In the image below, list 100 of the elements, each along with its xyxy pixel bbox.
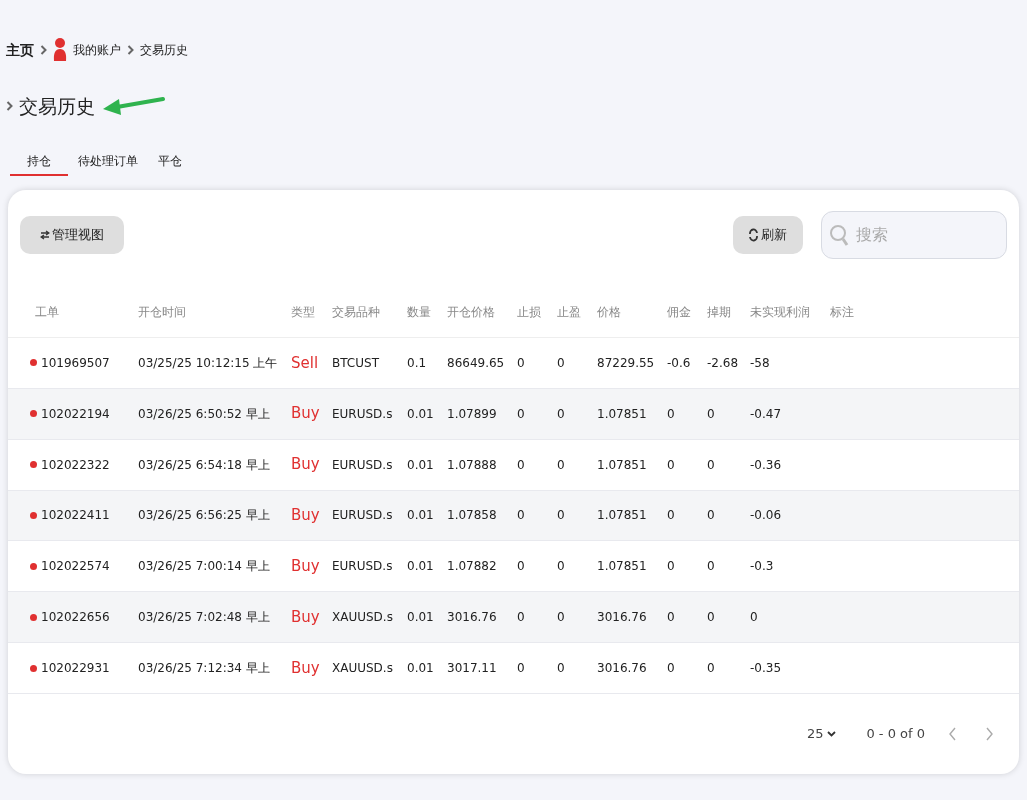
swap-icon xyxy=(40,229,50,240)
table-cell-text: 0 xyxy=(667,405,675,423)
table-cell-text: 0 xyxy=(517,558,525,576)
table-cell-text: 0 xyxy=(707,456,715,474)
breadcrumb-link[interactable]: 我的账户 xyxy=(73,41,121,59)
table-cell-text: 1.07899 xyxy=(447,405,497,423)
table-cell-text: -0.3 xyxy=(750,558,774,576)
table-cell-text: -0.06 xyxy=(750,507,782,525)
table-cell-text: 0 xyxy=(707,660,715,678)
table-cell-text: 0 xyxy=(557,609,565,627)
tab[interactable]: 平仓 xyxy=(148,152,192,176)
table-cell-text: 0 xyxy=(517,507,525,525)
table-cell-text: 0 xyxy=(557,456,565,474)
column-header: 佣金 xyxy=(667,305,691,320)
table-cell-text: 03/26/25 6:56:25 早上 xyxy=(138,507,270,525)
column-header: 工单 xyxy=(35,305,59,320)
table-cell-text: 0 xyxy=(517,354,525,372)
table-cell-text: 0 xyxy=(557,405,565,423)
table-cell-text: 0 xyxy=(707,609,715,627)
page-size-select[interactable]: 25 xyxy=(806,724,837,744)
column-header: 标注 xyxy=(830,305,854,320)
table-cell-text: 3017.11 xyxy=(447,660,497,678)
table-cell-text: 0 xyxy=(557,558,565,576)
column-header: 开仓价格 xyxy=(447,305,495,320)
column-header: 止损 xyxy=(517,305,541,320)
column-header: 类型 xyxy=(291,305,315,320)
table-cell-text: 102022656 xyxy=(41,609,110,627)
table-cell-text: EURUSD.s xyxy=(332,558,393,576)
table-cell-text: 102022411 xyxy=(41,507,110,525)
breadcrumb-link[interactable]: 交易历史 xyxy=(140,41,188,59)
tab[interactable]: 持仓 xyxy=(10,152,68,176)
table-cell-text: 0 xyxy=(667,609,675,627)
table-cell-text: 3016.76 xyxy=(597,609,647,627)
chevron-left-icon xyxy=(949,727,957,742)
table-cell-text: 1.07851 xyxy=(597,507,647,525)
pagination-range: 0 - 0 of 0 xyxy=(866,725,925,744)
table-cell-text: 0 xyxy=(517,456,525,474)
table-cell-text: 03/26/25 7:12:34 早上 xyxy=(138,660,270,678)
table-cell-text: 86649.65 xyxy=(447,354,505,372)
table-cell-text: Buy xyxy=(291,454,320,476)
table-cell-text: EURUSD.s xyxy=(332,405,393,423)
table-cell-text: 102022931 xyxy=(41,660,110,678)
table-cell-text: 102022574 xyxy=(41,558,110,576)
table-cell-text: 03/26/25 6:54:18 早上 xyxy=(138,456,270,474)
table-cell-text: 0.01 xyxy=(407,507,434,525)
manage-view-button[interactable]: 管理视图 xyxy=(20,215,124,254)
table-cell-text: 03/26/25 7:00:14 早上 xyxy=(138,558,270,576)
table-cell-text: 0 xyxy=(667,660,675,678)
table-cell-text: 1.07882 xyxy=(447,558,497,576)
table-cell-text: BTCUST xyxy=(332,354,379,372)
caret-icon xyxy=(827,731,837,738)
table-cell-text: 0 xyxy=(667,507,675,525)
column-header: 数量 xyxy=(407,305,431,320)
column-header: 交易品种 xyxy=(332,305,380,320)
column-header: 掉期 xyxy=(707,305,731,320)
table-cell-text: 0 xyxy=(707,507,715,525)
column-header: 开仓时间 xyxy=(138,305,186,320)
refresh-button[interactable]: 刷新 xyxy=(733,215,803,254)
table-cell-text: EURUSD.s xyxy=(332,507,393,525)
table-cell-text: 0 xyxy=(517,660,525,678)
table-cell-text: 0 xyxy=(667,558,675,576)
table-cell-text: 1.07851 xyxy=(597,405,647,423)
table-cell-text: -58 xyxy=(750,354,770,372)
table-cell-text: XAUUSD.s xyxy=(332,660,393,678)
chevron-right-icon xyxy=(40,45,47,55)
table-cell-text: -0.36 xyxy=(750,456,782,474)
page-title: 交易历史 xyxy=(19,93,95,119)
table-cell-text: -0.35 xyxy=(750,660,782,678)
table-cell-text: 1.07888 xyxy=(447,456,497,474)
table-cell-text: 3016.76 xyxy=(447,609,497,627)
column-header: 未实现利润 xyxy=(750,305,810,320)
table-cell-text: Buy xyxy=(291,556,320,578)
tab[interactable]: 待处理订单 xyxy=(68,152,148,176)
table-cell-text: 0 xyxy=(667,456,675,474)
table-cell-text: 03/26/25 6:50:52 早上 xyxy=(138,405,270,423)
table-cell-text: 1.07851 xyxy=(597,558,647,576)
table-cell-text: 0.01 xyxy=(407,456,434,474)
table-cell-text: 0 xyxy=(707,405,715,423)
table-cell-text: 3016.76 xyxy=(597,660,647,678)
table-cell-text: 0.01 xyxy=(407,660,434,678)
person-icon xyxy=(53,37,67,63)
table-cell-text: 0.01 xyxy=(407,609,434,627)
table-cell-text: 0 xyxy=(517,609,525,627)
breadcrumb-link[interactable]: 主页 xyxy=(6,39,34,61)
table-cell-text: 1.07851 xyxy=(597,456,647,474)
table-cell-text: 0 xyxy=(707,558,715,576)
table-cell-text: 0 xyxy=(750,609,758,627)
table-cell-text: 0.1 xyxy=(407,354,427,372)
table-cell-text: 03/25/25 10:12:15 上午 xyxy=(138,354,278,372)
table-cell-text: 102022322 xyxy=(41,456,110,474)
table-cell-text: 0 xyxy=(557,507,565,525)
table-cell-text: 87229.55 xyxy=(597,354,655,372)
table-cell-text: Sell xyxy=(291,352,319,374)
table-cell-text: 1.07858 xyxy=(447,507,497,525)
chevron-right-icon xyxy=(127,45,134,55)
column-header: 止盈 xyxy=(557,305,581,320)
search-field[interactable]: 搜索 xyxy=(821,210,1007,259)
table-cell-text: XAUUSD.s xyxy=(332,609,393,627)
table-cell-text: 0 xyxy=(557,354,565,372)
table-cell-text: -0.47 xyxy=(750,405,782,423)
